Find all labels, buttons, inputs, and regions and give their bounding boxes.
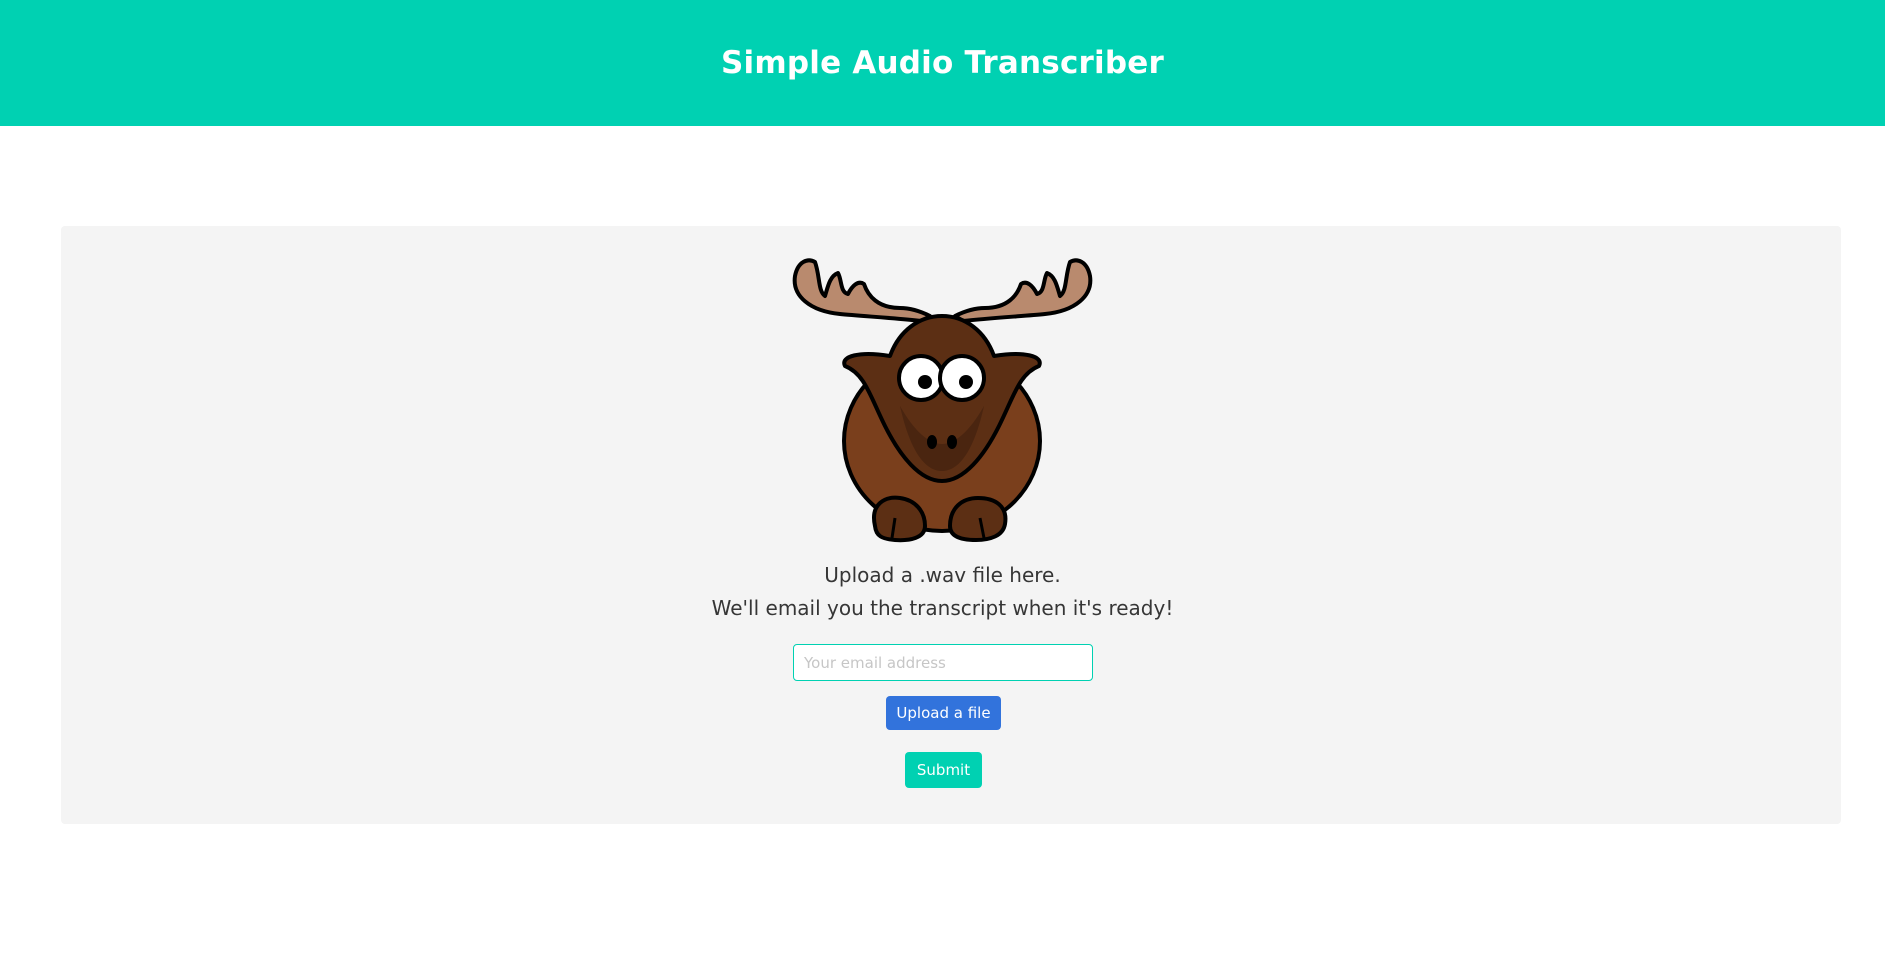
- intro-line-1: Upload a .wav file here.: [824, 563, 1061, 587]
- submit-button[interactable]: Submit: [905, 752, 982, 788]
- page-title: Simple Audio Transcriber: [721, 45, 1164, 81]
- email-field[interactable]: [793, 644, 1093, 681]
- intro-line-2: We'll email you the transcript when it's…: [711, 596, 1174, 620]
- moose-icon: [792, 258, 1093, 543]
- page-header: Simple Audio Transcriber: [0, 0, 1885, 126]
- upload-file-button[interactable]: Upload a file: [886, 696, 1001, 730]
